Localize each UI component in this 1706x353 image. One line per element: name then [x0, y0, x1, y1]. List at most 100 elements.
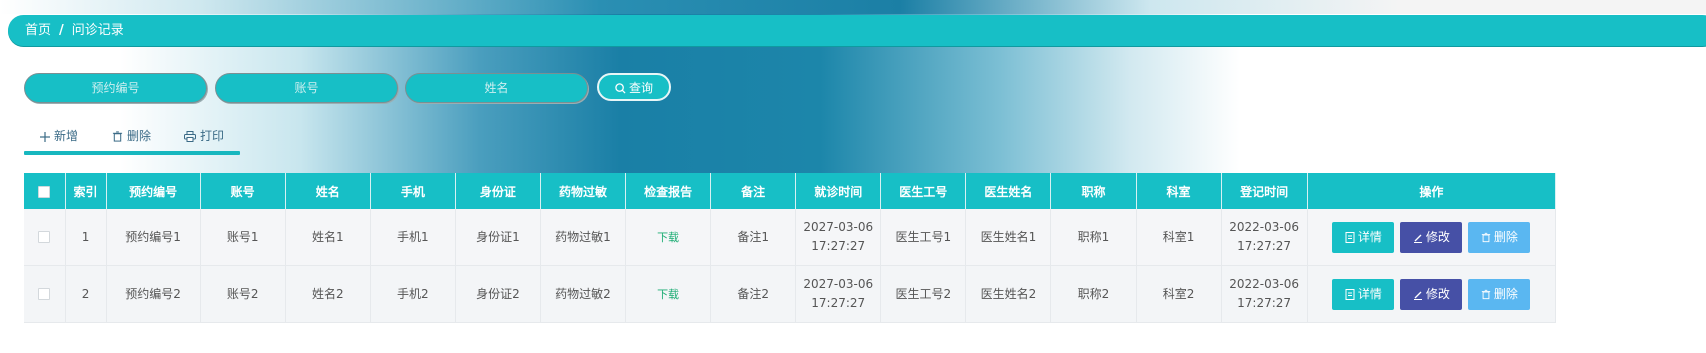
name-input[interactable]: [405, 73, 588, 103]
cell-dept: 科室2: [1136, 265, 1222, 323]
column-header: 操作: [1307, 173, 1557, 209]
row-delete-button-label: 删除: [1493, 229, 1518, 244]
breadcrumb: 首页 / 问诊记录: [8, 15, 1706, 46]
cell-remark: 备注2: [710, 265, 797, 323]
toolbar-underline: [24, 151, 240, 155]
document-icon: [1345, 288, 1355, 300]
row-checkbox[interactable]: [38, 231, 51, 243]
edit-button-label: 修改: [1425, 286, 1450, 301]
detail-button-label: 详情: [1357, 286, 1382, 301]
pencil-icon: [1413, 234, 1422, 243]
column-header[interactable]: 科室: [1136, 173, 1222, 209]
cell-id-card: 身份证2: [455, 265, 541, 323]
account-input[interactable]: [215, 73, 398, 103]
search-icon: [615, 83, 626, 94]
plus-icon: [40, 132, 50, 142]
cell-doctor-no: 医生工号1: [880, 209, 967, 266]
trash-icon: [1481, 232, 1490, 242]
select-all-checkbox[interactable]: [38, 185, 51, 198]
cell-remark: 备注1: [710, 209, 797, 266]
cell-account: 账号2: [200, 265, 286, 323]
column-header[interactable]: 职称: [1050, 173, 1137, 209]
trash-icon: [112, 131, 123, 142]
cell-index: 2: [65, 265, 107, 323]
cell-phone: 手机1: [370, 209, 456, 266]
delete-button-label: 删除: [127, 129, 152, 143]
cell-actions: 详情 修改 删除: [1307, 209, 1557, 266]
select-all-cell: [24, 173, 66, 209]
breadcrumb-home[interactable]: 首页: [25, 23, 51, 38]
pencil-icon: [1413, 291, 1422, 300]
column-header[interactable]: 检查报告: [625, 173, 712, 209]
cell-reg-time: 2022-03-06 17:27:27: [1221, 209, 1308, 266]
table-header-row: 索引 预约编号 账号 姓名 手机 身份证 药物过敏 检查报告 备注 就诊时间 医…: [24, 173, 1557, 209]
column-header[interactable]: 手机: [370, 173, 456, 209]
cell-account: 账号1: [200, 209, 286, 266]
row-checkbox[interactable]: [38, 288, 51, 300]
cell-name: 姓名2: [285, 265, 371, 323]
reg-date: 2022-03-06: [1229, 220, 1299, 234]
cell-title: 职称1: [1050, 209, 1137, 266]
column-header[interactable]: 身份证: [455, 173, 541, 209]
detail-button[interactable]: 详情: [1332, 278, 1395, 310]
reg-time: 17:27:27: [1237, 239, 1292, 253]
reg-date: 2022-03-06: [1229, 277, 1299, 291]
column-header[interactable]: 账号: [200, 173, 286, 209]
top-gradient-strip: [0, 0, 1706, 14]
print-button[interactable]: 打印: [184, 127, 224, 144]
breadcrumb-separator: /: [59, 23, 64, 38]
visit-time: 17:27:27: [811, 296, 866, 310]
appointment-no-input[interactable]: [24, 73, 207, 103]
table-row: 2 预约编号2 账号2 姓名2 手机2 身份证2 药物过敏2 下载 备注2 20…: [24, 265, 1557, 323]
printer-icon: [184, 131, 196, 142]
detail-button[interactable]: 详情: [1332, 221, 1395, 253]
cell-title: 职称2: [1050, 265, 1137, 323]
cell-index: 1: [65, 209, 107, 266]
search-button[interactable]: 查询: [597, 73, 671, 101]
edit-button[interactable]: 修改: [1400, 278, 1463, 310]
add-button-label: 新增: [54, 129, 79, 143]
row-delete-button[interactable]: 删除: [1468, 278, 1531, 310]
edit-button-label: 修改: [1425, 229, 1450, 244]
visit-date: 2027-03-06: [803, 220, 874, 234]
cell-doctor-name: 医生姓名1: [965, 209, 1052, 266]
column-header[interactable]: 备注: [710, 173, 797, 209]
delete-button[interactable]: 删除: [112, 127, 151, 144]
document-icon: [1345, 231, 1355, 243]
column-header[interactable]: 药物过敏: [540, 173, 627, 209]
visit-date: 2027-03-06: [803, 277, 874, 291]
column-header[interactable]: 医生工号: [880, 173, 967, 209]
records-table: 索引 预约编号 账号 姓名 手机 身份证 药物过敏 检查报告 备注 就诊时间 医…: [24, 173, 1557, 323]
cell-allergy: 药物过敏1: [540, 209, 627, 266]
cell-name: 姓名1: [285, 209, 371, 266]
column-header[interactable]: 姓名: [285, 173, 371, 209]
column-header[interactable]: 登记时间: [1221, 173, 1308, 209]
reg-time: 17:27:27: [1237, 296, 1292, 310]
cell-reg-time: 2022-03-06 17:27:27: [1221, 265, 1308, 323]
detail-button-label: 详情: [1357, 229, 1382, 244]
cell-allergy: 药物过敏2: [540, 265, 627, 323]
cell-actions: 详情 修改 删除: [1307, 265, 1557, 323]
trash-icon: [1481, 289, 1490, 299]
cell-appointment-no: 预约编号1: [106, 209, 201, 266]
cell-doctor-no: 医生工号2: [880, 265, 967, 323]
column-header[interactable]: 就诊时间: [795, 173, 882, 209]
cell-visit-time: 2027-03-06 17:27:27: [795, 265, 882, 323]
download-report-link[interactable]: 下载: [657, 231, 679, 244]
visit-time: 17:27:27: [811, 239, 866, 253]
edit-button[interactable]: 修改: [1400, 221, 1463, 253]
print-button-label: 打印: [200, 129, 225, 143]
download-report-link[interactable]: 下载: [657, 288, 679, 301]
cell-appointment-no: 预约编号2: [106, 265, 201, 323]
column-header[interactable]: 索引: [65, 173, 107, 209]
row-delete-button-label: 删除: [1493, 286, 1518, 301]
add-button[interactable]: 新增: [40, 127, 78, 144]
cell-id-card: 身份证1: [455, 209, 541, 266]
cell-dept: 科室1: [1136, 209, 1222, 266]
cell-doctor-name: 医生姓名2: [965, 265, 1052, 323]
column-header[interactable]: 预约编号: [106, 173, 201, 209]
cell-phone: 手机2: [370, 265, 456, 323]
table-row: 1 预约编号1 账号1 姓名1 手机1 身份证1 药物过敏1 下载 备注1 20…: [24, 209, 1557, 266]
column-header[interactable]: 医生姓名: [965, 173, 1052, 209]
row-delete-button[interactable]: 删除: [1468, 221, 1531, 253]
